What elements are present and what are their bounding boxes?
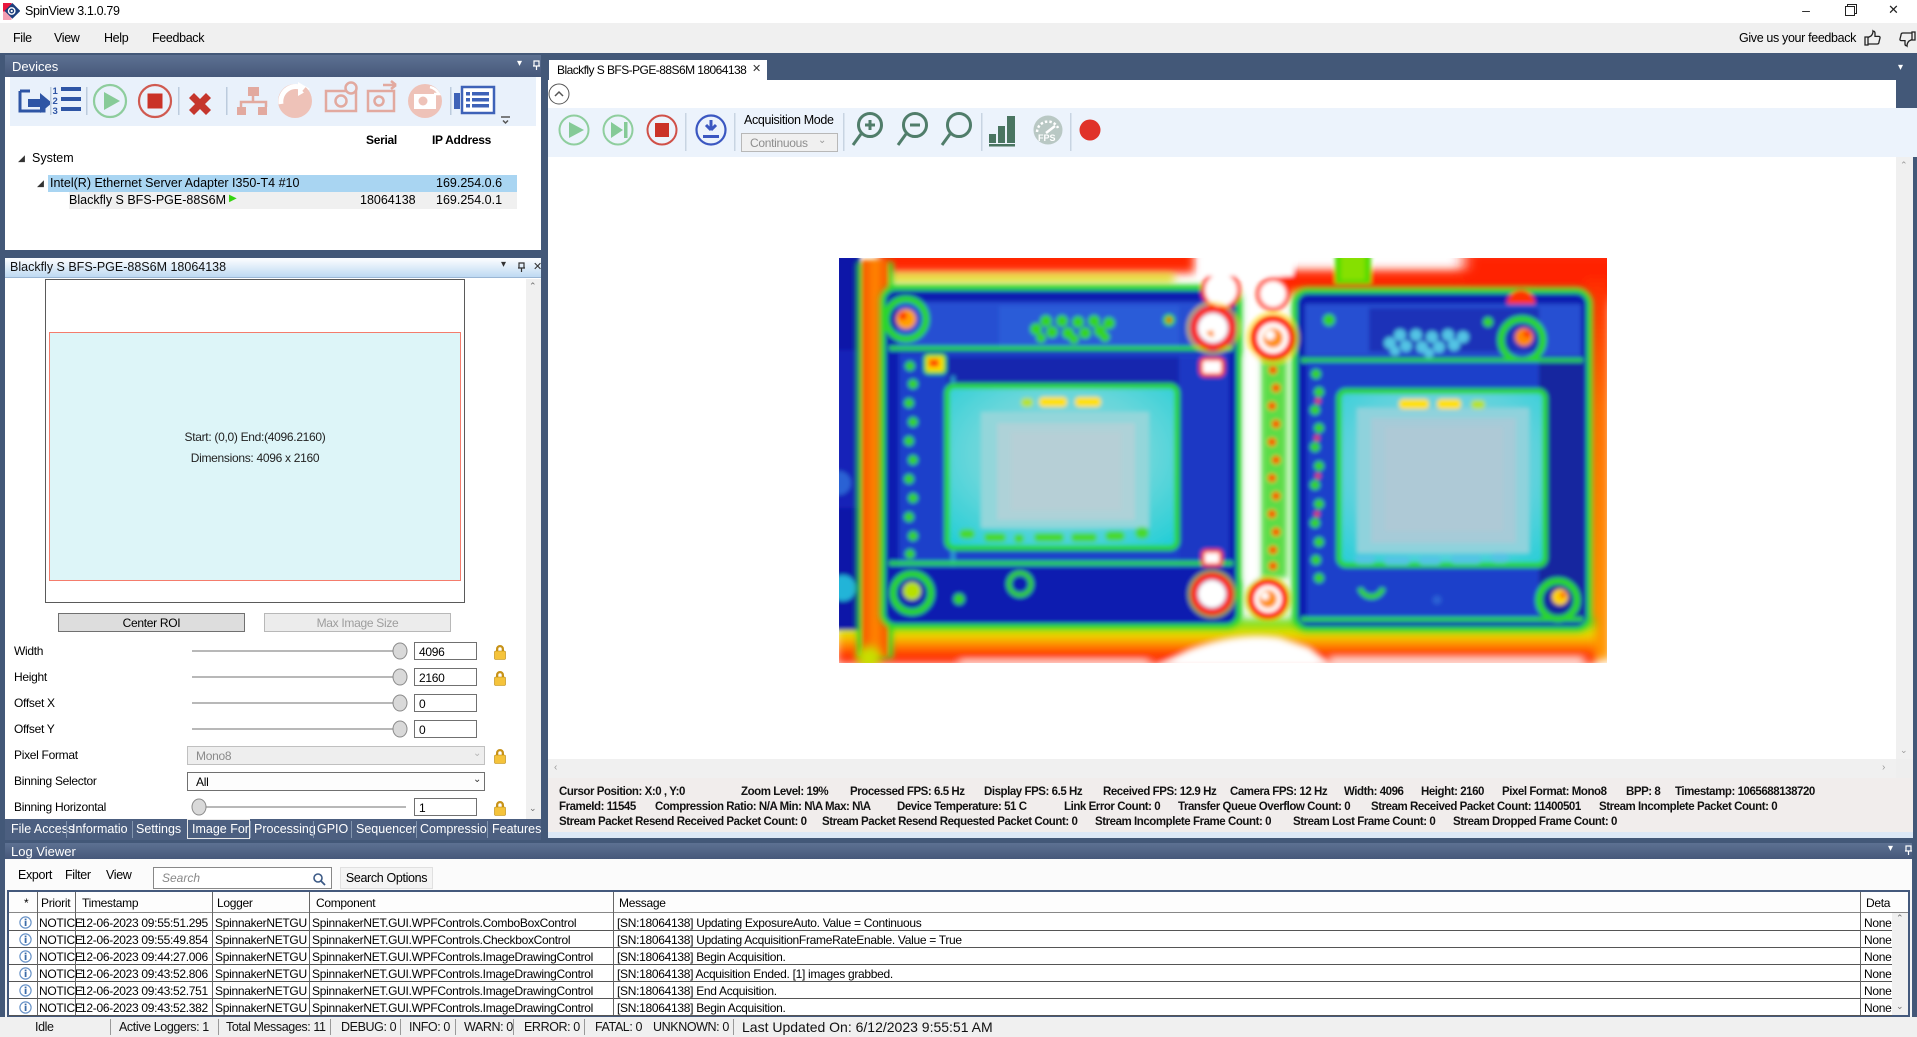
svg-text:3: 3 — [53, 106, 58, 117]
svg-text:FPS: FPS — [1038, 133, 1056, 143]
